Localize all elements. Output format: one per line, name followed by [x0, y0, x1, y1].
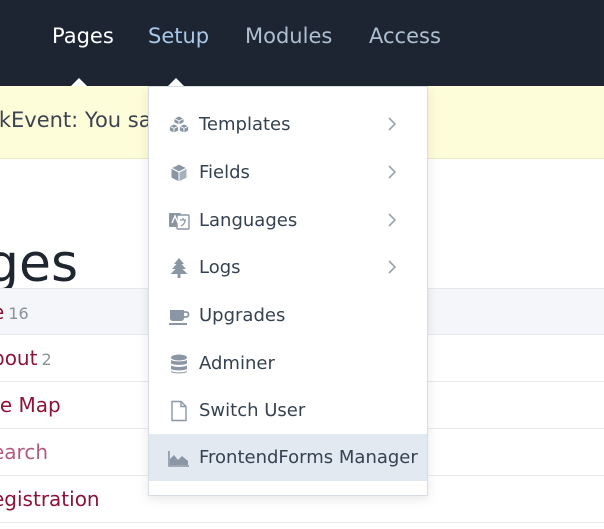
language-icon	[168, 210, 190, 232]
notice-message: okEvent: You sav	[0, 108, 165, 132]
page-link[interactable]: te Map	[0, 392, 61, 418]
page-title: ges	[0, 233, 79, 294]
menu-item-label: Adminer	[199, 353, 275, 374]
setup-dropdown-menu: Templates Fields Languages Logs Upgrades…	[148, 86, 428, 496]
active-nav-indicator	[71, 78, 87, 86]
menu-item-switch-user[interactable]: Switch User	[149, 387, 427, 434]
page-link-label: bout	[0, 346, 38, 370]
menu-item-logs[interactable]: Logs	[149, 244, 427, 291]
chevron-right-icon	[385, 211, 399, 229]
chevron-right-icon	[385, 258, 399, 276]
coffee-icon	[168, 305, 190, 327]
page-link-label: egistration	[0, 487, 100, 511]
menu-item-label: Switch User	[199, 400, 306, 421]
nav-access[interactable]: Access	[369, 22, 441, 50]
top-navigation: Pages Setup Modules Access	[0, 0, 604, 86]
page-link[interactable]: e16	[0, 299, 29, 327]
file-icon	[168, 400, 190, 422]
menu-item-frontendforms-manager[interactable]: FrontendForms Manager	[149, 434, 427, 481]
database-icon	[168, 353, 190, 375]
chevron-right-icon	[385, 115, 399, 133]
page-link[interactable]: earch	[0, 439, 48, 465]
page-link[interactable]: egistration	[0, 486, 100, 512]
menu-item-templates[interactable]: Templates	[149, 101, 427, 148]
child-count: 2	[41, 350, 52, 369]
menu-item-label: Fields	[199, 162, 250, 183]
nav-setup[interactable]: Setup	[148, 22, 209, 50]
menu-item-upgrades[interactable]: Upgrades	[149, 292, 427, 339]
area-chart-icon	[168, 447, 190, 469]
cube-icon	[168, 162, 190, 184]
dropdown-caret	[168, 78, 184, 86]
nav-pages[interactable]: Pages	[52, 22, 114, 50]
chevron-right-icon	[385, 163, 399, 181]
menu-item-label: Upgrades	[199, 305, 286, 326]
nav-modules[interactable]: Modules	[245, 22, 332, 50]
page-link-label: e	[0, 300, 4, 324]
page-link-label: te Map	[0, 393, 61, 417]
menu-item-fields[interactable]: Fields	[149, 149, 427, 196]
menu-item-label: Languages	[199, 210, 298, 231]
menu-item-label: Logs	[199, 257, 241, 278]
menu-item-label: Templates	[199, 114, 291, 135]
tree-icon	[168, 257, 190, 279]
cubes-icon	[168, 114, 190, 136]
page-link-label: earch	[0, 440, 49, 464]
page-link[interactable]: bout2	[0, 345, 52, 373]
menu-item-languages[interactable]: Languages	[149, 197, 427, 244]
menu-item-label: FrontendForms Manager	[199, 447, 418, 468]
menu-item-adminer[interactable]: Adminer	[149, 340, 427, 387]
child-count: 16	[8, 304, 29, 323]
